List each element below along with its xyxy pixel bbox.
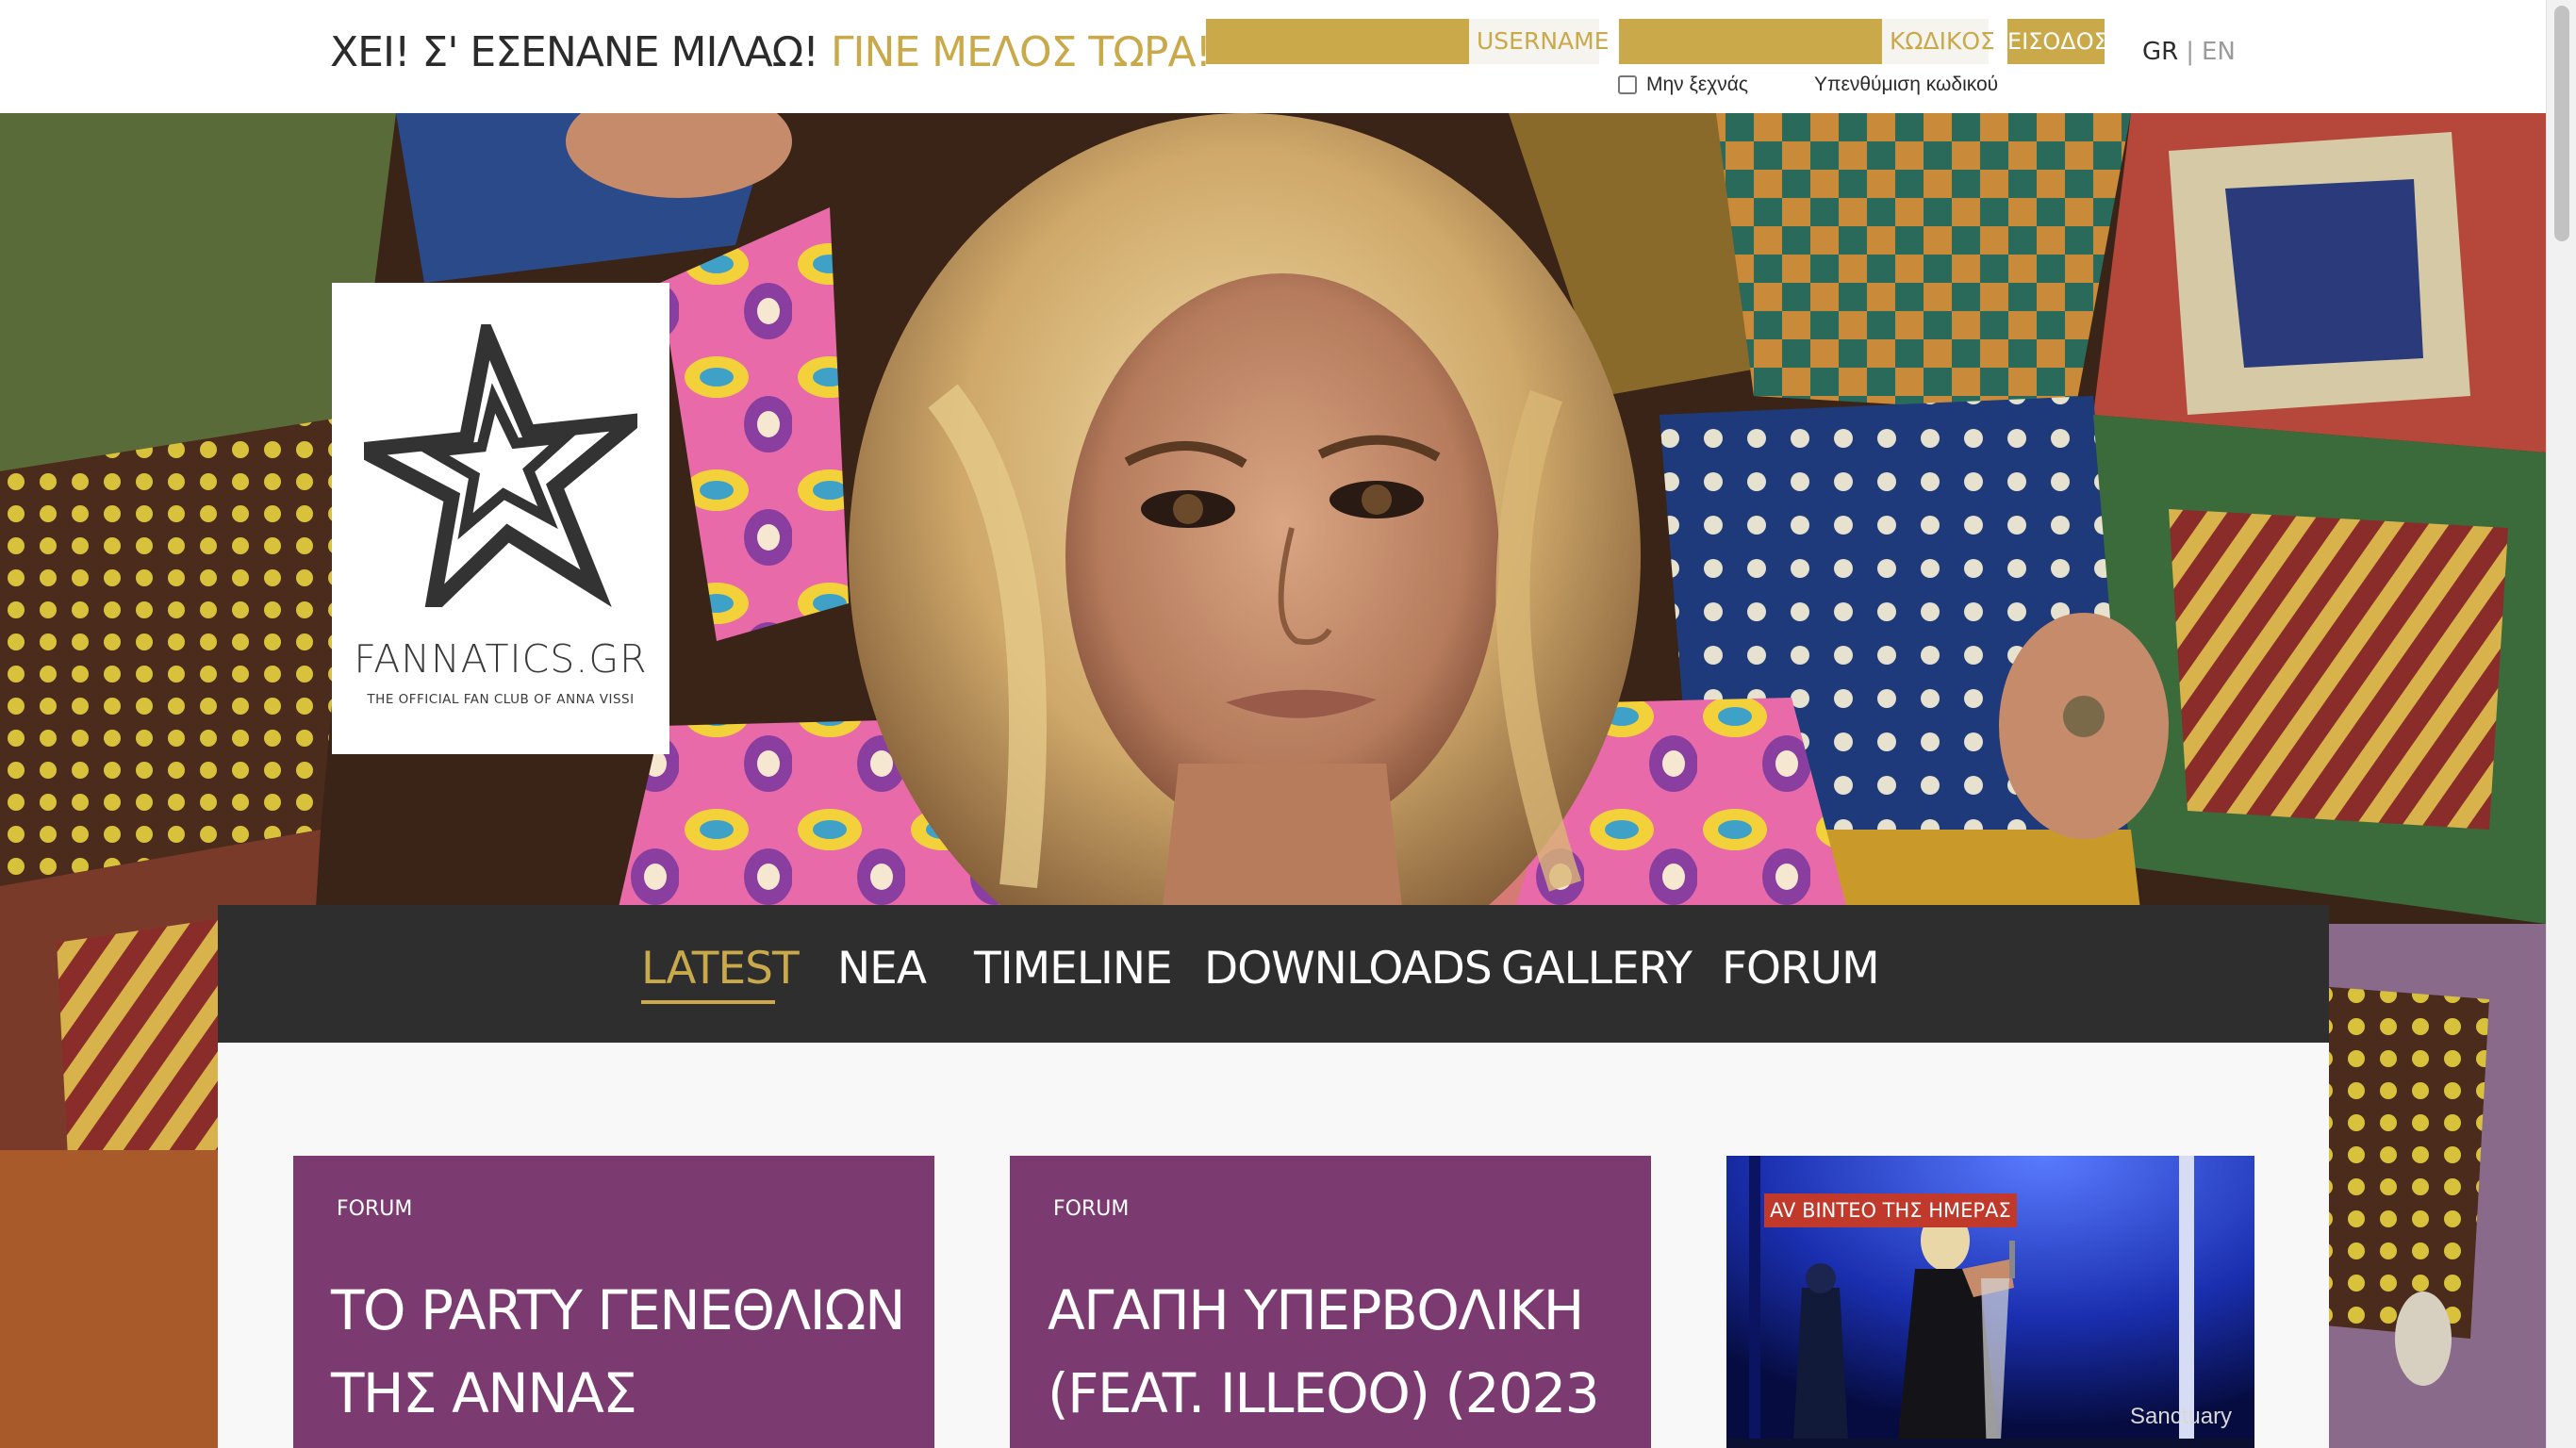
post-category[interactable]: FORUM: [337, 1197, 412, 1221]
username-placeholder[interactable]: USERNAME: [1469, 19, 1610, 64]
video-badge: AV ΒΙΝΤΕΟ ΤΗΣ ΗΜΕΡΑΣ: [1764, 1193, 2017, 1227]
scrollbar-thumb[interactable]: [2554, 6, 2569, 241]
video-caption: Sanctuary: [2130, 1404, 2233, 1429]
nav-item-gallery[interactable]: GALLERY: [1501, 943, 1693, 996]
scrollbar[interactable]: [2546, 0, 2576, 1448]
nav-item-forum[interactable]: FORUM: [1722, 943, 1880, 996]
nav-item-latest[interactable]: LATEST: [641, 943, 800, 996]
lang-gr-link[interactable]: GR: [2142, 38, 2178, 66]
nav-item-nea[interactable]: ΝΕΑ: [837, 943, 927, 996]
main-nav: LATEST ΝΕΑ TIMELINE DOWNLOADS GALLERY FO…: [218, 905, 2329, 1043]
remember-checkbox[interactable]: [1618, 75, 1637, 94]
remember-me[interactable]: Μην ξεχνάς: [1618, 72, 1748, 98]
post-title[interactable]: ΤΟ PARTY ΓΕΝΕΘΛΙΩΝ ΤΗΣ ΑΝΝΑΣ: [331, 1269, 916, 1435]
password-input[interactable]: [1619, 19, 1882, 64]
site-logo[interactable]: FANNATICS.GR THE OFFICIAL FAN CLUB OF AN…: [332, 283, 669, 754]
latest-content: FORUM ΤΟ PARTY ΓΕΝΕΘΛΙΩΝ ΤΗΣ ΑΝΝΑΣ FORUM…: [218, 1043, 2329, 1448]
post-category[interactable]: FORUM: [1053, 1197, 1129, 1221]
remember-label[interactable]: Μην ξεχνάς: [1646, 74, 1748, 96]
password-placeholder[interactable]: ΚΩΔΙΚΟΣ: [1882, 19, 1995, 64]
star-icon: [364, 324, 637, 607]
tagline-text: ΧΕΙ! Σ' ΕΣΕΝΑΝΕ ΜΙΛΑΩ!: [330, 28, 819, 76]
post-card[interactable]: FORUM ΑΓΑΠΗ ΥΠΕΡΒΟΛΙΚΗ (FEAT. ILLEOO) (2…: [1010, 1156, 1651, 1448]
lang-en-link[interactable]: EN: [2202, 38, 2236, 66]
logo-name: FANNATICS.GR: [354, 636, 648, 682]
nav-item-timeline[interactable]: TIMELINE: [974, 943, 1173, 996]
post-title[interactable]: ΑΓΑΠΗ ΥΠΕΡΒΟΛΙΚΗ (FEAT. ILLEOO) (2023: [1048, 1269, 1632, 1435]
username-input[interactable]: [1206, 19, 1469, 64]
logo-subtitle: THE OFFICIAL FAN CLUB OF ANNA VISSI: [367, 692, 635, 707]
forgot-password-link[interactable]: Υπενθύμιση κωδικού: [1814, 72, 1998, 98]
join-tagline: ΧΕΙ! Σ' ΕΣΕΝΑΝΕ ΜΙΛΑΩ! ΓΙΝΕ ΜΕΛΟΣ ΤΩΡΑ!: [330, 28, 1212, 76]
lang-separator: |: [2186, 38, 2194, 66]
top-bar: ΧΕΙ! Σ' ΕΣΕΝΑΝΕ ΜΙΛΑΩ! ΓΙΝΕ ΜΕΛΟΣ ΤΩΡΑ! …: [0, 0, 2546, 113]
language-switcher: GR | EN: [2142, 38, 2236, 66]
nav-active-indicator: [641, 1000, 775, 1004]
video-of-the-day[interactable]: AV ΒΙΝΤΕΟ ΤΗΣ ΗΜΕΡΑΣ Sanctuary: [1726, 1156, 2254, 1448]
login-button[interactable]: ΕΙΣΟΔΟΣ: [2007, 19, 2108, 64]
post-card[interactable]: FORUM ΤΟ PARTY ΓΕΝΕΘΛΙΩΝ ΤΗΣ ΑΝΝΑΣ: [293, 1156, 934, 1448]
nav-item-downloads[interactable]: DOWNLOADS: [1204, 943, 1493, 996]
join-now-link[interactable]: ΓΙΝΕ ΜΕΛΟΣ ΤΩΡΑ!: [831, 28, 1212, 76]
